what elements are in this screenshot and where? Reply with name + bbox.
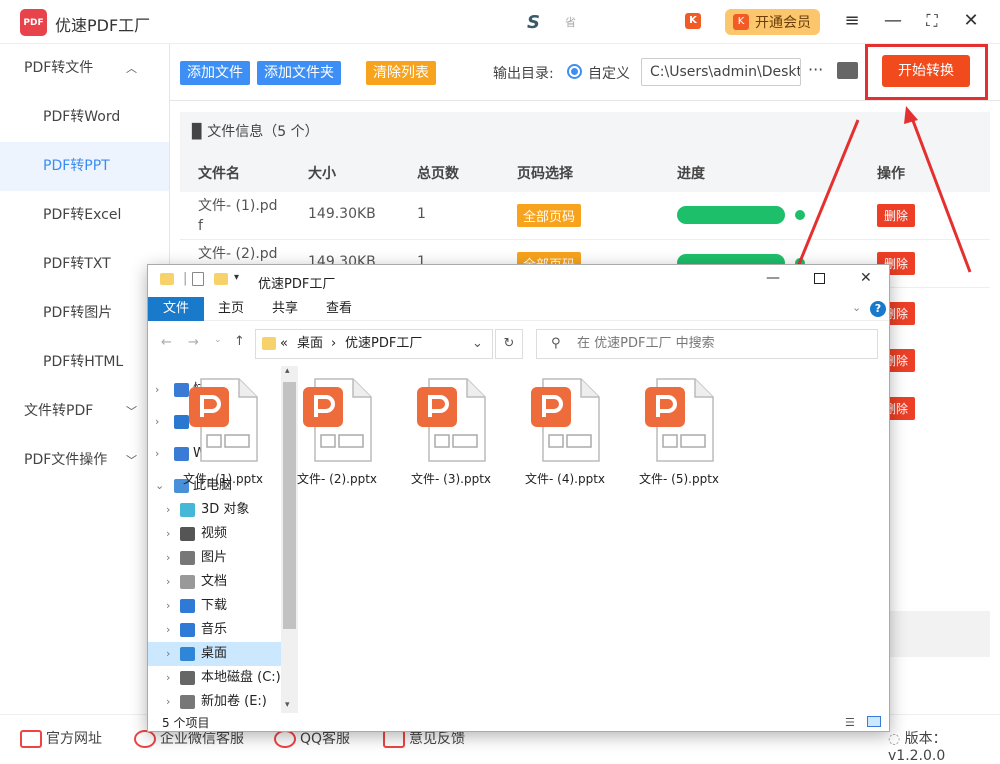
file-name[interactable]: 文件- (2).pptx	[287, 470, 387, 487]
nav-icon	[180, 551, 195, 565]
new-folder-icon[interactable]	[214, 273, 228, 285]
status-bar-count: 5 个项目	[162, 716, 210, 730]
explorer-window: | ▾ 优速PDF工厂 — ✕ 文件 主页 共享 查看 ⌄ ? ← → ⌄ ↑ …	[147, 264, 890, 732]
separator: |	[183, 271, 188, 286]
nav-label: 视频	[201, 526, 228, 541]
recent-icon[interactable]: ⌄	[214, 335, 222, 345]
file-name[interactable]: 文件- (1).pptx	[173, 470, 273, 487]
address-bar[interactable]: « 桌面 › 优速PDF工厂 ⌄	[255, 329, 493, 359]
nav-icon	[180, 503, 195, 517]
arrow-head-2	[904, 106, 918, 124]
nav-item[interactable]: › 文档	[148, 570, 281, 594]
nav-item[interactable]: › 桌面	[148, 642, 281, 666]
nav-item[interactable]: › 视频	[148, 522, 281, 546]
chevron-right-icon[interactable]: ›	[166, 666, 170, 690]
scroll-thumb[interactable]	[283, 382, 296, 629]
search-icon: ⚲	[551, 336, 561, 351]
nav-label: 新加卷 (E:)	[201, 694, 267, 709]
chevron-right-icon[interactable]: ›	[166, 498, 170, 522]
chevron-right-icon[interactable]: ›	[155, 378, 159, 402]
scroll-up-icon[interactable]: ▴	[285, 366, 290, 376]
maximize-icon[interactable]	[814, 273, 825, 284]
tab-home[interactable]: 主页	[206, 297, 256, 321]
nav-item[interactable]: › 本地磁盘 (C:)	[148, 666, 281, 690]
nav-label: 3D 对象	[201, 502, 250, 517]
nav-label: 音乐	[201, 622, 228, 637]
chevron-right-icon[interactable]: ›	[166, 546, 170, 570]
up-icon[interactable]: ↑	[234, 334, 245, 349]
nav-item[interactable]: › 3D 对象	[148, 498, 281, 522]
nav-icon	[180, 623, 195, 637]
help-icon[interactable]: ?	[870, 301, 886, 317]
chevron-right-icon[interactable]: ›	[155, 442, 159, 466]
tab-file[interactable]: 文件	[148, 297, 204, 321]
properties-icon[interactable]	[192, 272, 204, 286]
scroll-down-icon[interactable]: ▾	[285, 700, 290, 710]
arrow-line-2	[910, 117, 972, 273]
pptx-file-icon[interactable]	[529, 377, 601, 463]
nav-label: 文档	[201, 574, 228, 589]
nav-item[interactable]: › 下载	[148, 594, 281, 618]
address-separator: ›	[331, 336, 337, 351]
details-view-icon[interactable]: ☰	[845, 716, 855, 729]
chevron-right-icon[interactable]: ›	[166, 642, 170, 666]
nav-item[interactable]: › 新加卷 (E:)	[148, 690, 281, 713]
folder-icon	[262, 337, 276, 350]
nav-label: 桌面	[201, 646, 228, 661]
chevron-right-icon[interactable]: ›	[166, 522, 170, 546]
nav-icon	[180, 527, 195, 541]
tab-share[interactable]: 共享	[260, 297, 310, 321]
back-icon[interactable]: ←	[161, 335, 172, 350]
pptx-file-icon[interactable]	[643, 377, 715, 463]
chevron-right-icon[interactable]: ›	[166, 570, 170, 594]
close-icon[interactable]: ✕	[860, 270, 872, 286]
search-input[interactable]: ⚲ 在 优速PDF工厂 中搜索	[536, 329, 878, 359]
expand-ribbon-icon[interactable]: ⌄	[852, 301, 861, 314]
address-current[interactable]: 优速PDF工厂	[345, 330, 422, 358]
file-name[interactable]: 文件- (5).pptx	[629, 470, 729, 487]
chevron-right-icon[interactable]: ›	[166, 618, 170, 642]
nav-icon	[180, 671, 195, 685]
chevron-right-icon[interactable]: ›	[155, 410, 159, 434]
address-overflow[interactable]: «	[280, 330, 288, 358]
forward-icon[interactable]: →	[188, 335, 199, 350]
pptx-file-icon[interactable]	[187, 377, 259, 463]
chevron-down-icon[interactable]: ⌄	[155, 474, 164, 498]
search-placeholder: 在 优速PDF工厂 中搜索	[577, 336, 715, 351]
address-dropdown-icon[interactable]: ⌄	[472, 330, 483, 358]
explorer-titlebar: | ▾ 优速PDF工厂 — ✕	[148, 265, 889, 297]
ribbon-tabs: 文件 主页 共享 查看 ⌄ ?	[148, 297, 889, 321]
nav-label: 下载	[201, 598, 228, 613]
minimize-icon[interactable]: —	[766, 270, 780, 286]
tab-view[interactable]: 查看	[314, 297, 364, 321]
explorer-navbar: ← → ⌄ ↑ « 桌面 › 优速PDF工厂 ⌄ ↻ ⚲ 在 优速PDF工厂 中搜…	[148, 321, 889, 366]
folder-icon	[160, 273, 174, 285]
nav-label: 图片	[201, 550, 228, 565]
file-name[interactable]: 文件- (4).pptx	[515, 470, 615, 487]
chevron-right-icon[interactable]: ›	[166, 594, 170, 618]
nav-icon	[180, 647, 195, 661]
file-name[interactable]: 文件- (3).pptx	[401, 470, 501, 487]
pptx-file-icon[interactable]	[301, 377, 373, 463]
large-icons-view-icon[interactable]	[867, 716, 881, 727]
dropdown-icon[interactable]: ▾	[234, 272, 239, 283]
explorer-title: 优速PDF工厂	[258, 277, 336, 292]
nav-item[interactable]: › 图片	[148, 546, 281, 570]
nav-icon	[180, 695, 195, 709]
nav-scrollbar[interactable]: ▴ ▾	[281, 366, 298, 713]
address-desktop[interactable]: 桌面	[297, 330, 323, 358]
pptx-file-icon[interactable]	[415, 377, 487, 463]
nav-label: 本地磁盘 (C:)	[201, 670, 281, 685]
nav-icon	[180, 599, 195, 613]
nav-icon	[180, 575, 195, 589]
nav-item[interactable]: › 音乐	[148, 618, 281, 642]
refresh-button[interactable]: ↻	[495, 329, 523, 359]
chevron-right-icon[interactable]: ›	[166, 690, 170, 713]
